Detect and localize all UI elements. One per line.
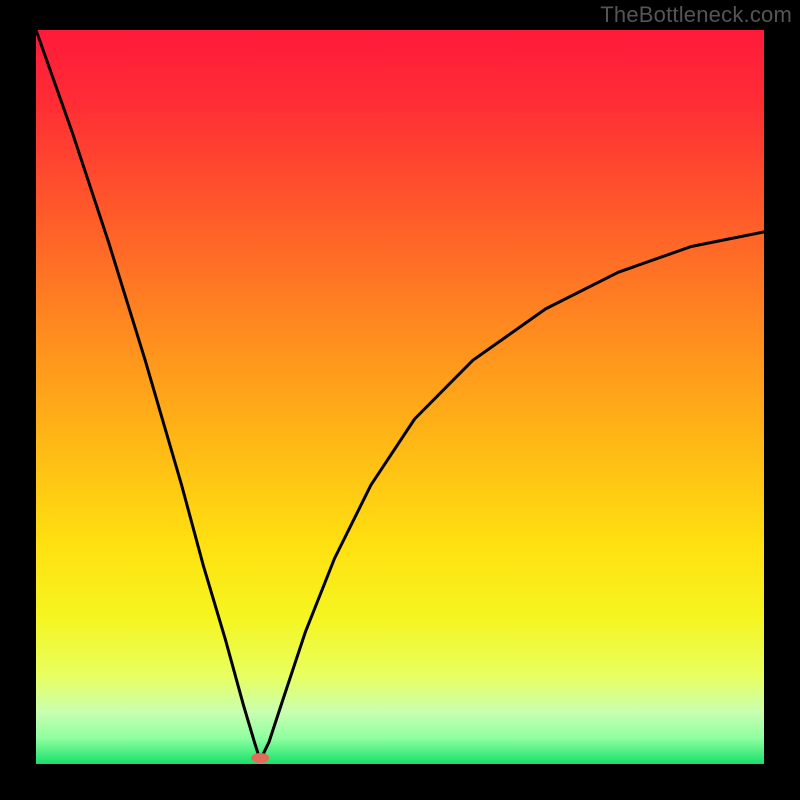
bottleneck-curve-chart: [0, 0, 800, 800]
optimal-point-marker-shape: [251, 753, 269, 763]
watermark-text: TheBottleneck.com: [600, 2, 792, 28]
plot-area: [36, 30, 764, 764]
chart-frame: TheBottleneck.com: [0, 0, 800, 800]
optimal-point-marker: [251, 753, 269, 763]
